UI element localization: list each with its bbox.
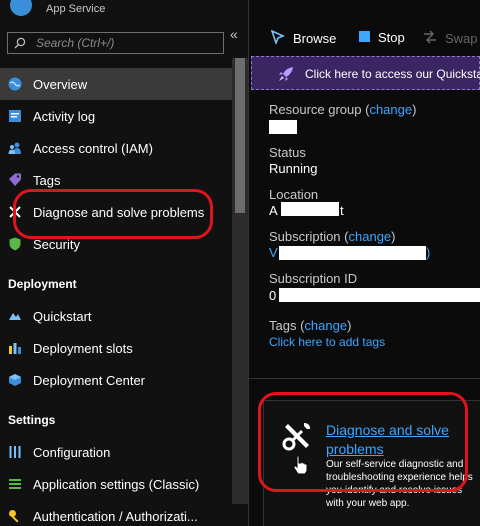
sliders-icon: [8, 445, 22, 459]
subscription-label: Subscription (change): [269, 229, 396, 244]
resource-subtitle: App Service: [46, 3, 106, 15]
sidebar-item-authentication[interactable]: Authentication / Authorizati...: [0, 500, 232, 526]
subscription-id-label: Subscription ID: [269, 271, 358, 286]
swap-label: Swap: [445, 31, 478, 46]
redacted-resource-group: [269, 120, 297, 134]
sidebar-item-activity-log[interactable]: Activity log: [0, 100, 232, 132]
sidebar-item-label: Activity log: [33, 108, 96, 124]
sidebar-item-label: Overview: [33, 76, 88, 92]
search-input[interactable]: [36, 35, 216, 51]
rocket-icon: [279, 67, 293, 81]
sidebar-item-label: Quickstart: [33, 308, 92, 324]
command-bar: Browse Stop Swap: [249, 22, 480, 56]
sidebar-item-application-settings[interactable]: Application settings (Classic): [0, 468, 232, 500]
location-label: Location: [269, 187, 319, 202]
slots-icon: [8, 341, 22, 355]
section-settings: Settings: [8, 413, 56, 427]
sidebar-item-label: Configuration: [33, 444, 111, 460]
menu-scrollbar[interactable]: [232, 58, 248, 504]
sidebar-item-label: Deployment slots: [33, 340, 133, 356]
subscription-id-value-start: 0: [269, 288, 277, 303]
scrollbar-thumb[interactable]: [235, 58, 245, 213]
sidebar-item-deployment-center[interactable]: Deployment Center: [0, 364, 232, 396]
status-value: Running: [269, 161, 318, 176]
status-label: Status: [269, 145, 306, 160]
sidebar-item-deployment-slots[interactable]: Deployment slots: [0, 332, 232, 364]
section-deployment: Deployment: [8, 277, 77, 291]
swap-button[interactable]: Swap: [423, 30, 478, 47]
sidebar-item-overview[interactable]: Overview: [0, 68, 232, 100]
list-settings-icon: [8, 477, 22, 491]
stop-label: Stop: [378, 30, 405, 45]
resource-group-label: Resource group (change): [269, 102, 417, 117]
quickstart-banner[interactable]: Click here to access our Quickstar: [251, 56, 480, 90]
collapse-menu-button[interactable]: «: [230, 26, 238, 42]
sidebar-item-label: Deployment Center: [33, 372, 145, 388]
sidebar-item-label: Application settings (Classic): [33, 476, 200, 492]
search-icon: [14, 37, 26, 49]
redacted-location: [281, 202, 339, 216]
add-tags-link[interactable]: Click here to add tags: [269, 335, 385, 349]
stop-icon: [359, 30, 370, 45]
sidebar-item-access-control[interactable]: Access control (IAM): [0, 132, 232, 164]
sidebar-item-configuration[interactable]: Configuration: [0, 436, 232, 468]
tags-label: Tags (change): [269, 318, 352, 333]
location-value-end: t: [340, 203, 344, 218]
shield-icon: [8, 237, 22, 251]
resource-group-change-link[interactable]: change: [369, 102, 412, 117]
sidebar-item-quickstart[interactable]: Quickstart: [0, 300, 232, 332]
menu-search[interactable]: [7, 32, 224, 54]
redacted-subscription: [279, 246, 426, 260]
browse-button[interactable]: Browse: [270, 29, 337, 47]
banner-text: Click here to access our Quickstar: [305, 67, 480, 81]
tags-change-link[interactable]: change: [304, 318, 347, 333]
tag-icon: [8, 173, 22, 187]
log-icon: [8, 109, 22, 123]
resource-header: App Service: [0, 0, 248, 22]
globe-icon: [8, 77, 22, 91]
redacted-subscription-id: [279, 288, 480, 302]
cloud-icon: [8, 309, 22, 323]
users-icon: [8, 141, 22, 155]
subscription-link-start[interactable]: V: [269, 245, 278, 260]
swap-icon: [423, 30, 437, 47]
subscription-link-end[interactable]: ): [426, 245, 430, 260]
browse-label: Browse: [293, 31, 337, 46]
cube-icon: [8, 373, 22, 387]
subscription-change-link[interactable]: change: [349, 229, 392, 244]
sidebar-item-label: Tags: [33, 172, 61, 188]
essentials-divider: [249, 378, 480, 379]
panel-divider: [248, 0, 249, 526]
browse-icon: [270, 29, 286, 47]
sidebar-item-label: Authentication / Authorizati...: [33, 508, 198, 524]
sidebar-item-label: Access control (IAM): [33, 140, 153, 156]
key-icon: [8, 509, 22, 523]
annotation-oval-sidebar: [13, 189, 213, 239]
location-value-start: A: [269, 203, 278, 218]
annotation-oval-card: [258, 392, 468, 492]
stop-button[interactable]: Stop: [359, 30, 405, 45]
app-service-logo-icon: [10, 0, 32, 16]
